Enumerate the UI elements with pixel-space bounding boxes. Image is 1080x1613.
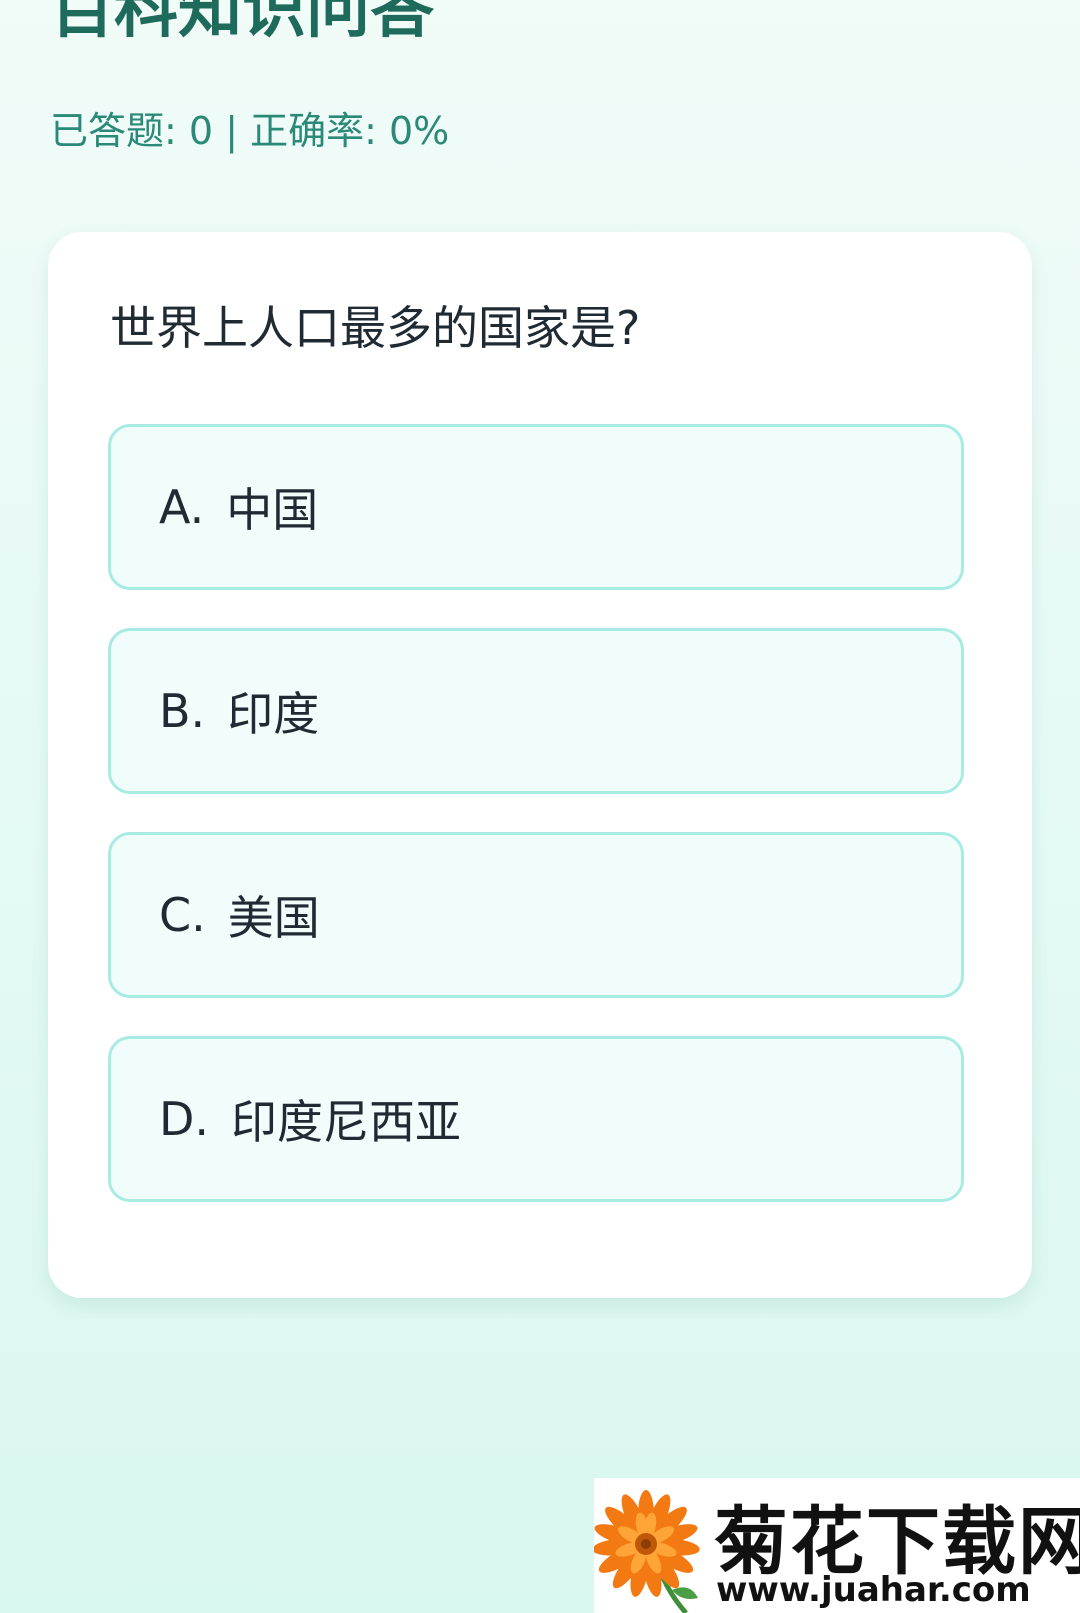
option-d-button[interactable]: D. 印度尼西亚 bbox=[108, 1036, 964, 1202]
option-label: 中国 bbox=[226, 483, 319, 537]
question-card: 世界上人口最多的国家是? A. 中国 B. 印度 C. 美国 D. 印度尼西亚 bbox=[48, 232, 1032, 1298]
app-title: 百科知识问答 bbox=[50, 0, 434, 47]
option-label: 印度 bbox=[227, 687, 320, 741]
accuracy-value: 0% bbox=[389, 109, 450, 153]
answered-count: 0 bbox=[188, 109, 214, 153]
site-watermark: 菊花下载网 www.juahar.com bbox=[594, 1478, 1080, 1613]
stats-separator: | bbox=[225, 109, 238, 153]
option-letter: D. bbox=[159, 1092, 210, 1146]
question-text: 世界上人口最多的国家是? bbox=[110, 301, 641, 355]
quiz-stats: 已答题: 0 | 正确率: 0% bbox=[50, 100, 449, 155]
accuracy-label: 正确率: bbox=[250, 109, 377, 153]
option-label: 美国 bbox=[227, 891, 320, 945]
chrysanthemum-flower-icon bbox=[594, 1490, 700, 1613]
option-letter: C. bbox=[159, 888, 206, 942]
option-label: 印度尼西亚 bbox=[231, 1095, 462, 1149]
watermark-url: www.juahar.com bbox=[716, 1570, 1031, 1610]
option-a-button[interactable]: A. 中国 bbox=[108, 424, 964, 590]
answered-label: 已答题: bbox=[50, 109, 177, 153]
option-b-button[interactable]: B. 印度 bbox=[108, 628, 964, 794]
option-letter: B. bbox=[159, 684, 206, 738]
option-letter: A. bbox=[159, 480, 205, 534]
option-c-button[interactable]: C. 美国 bbox=[108, 832, 964, 998]
